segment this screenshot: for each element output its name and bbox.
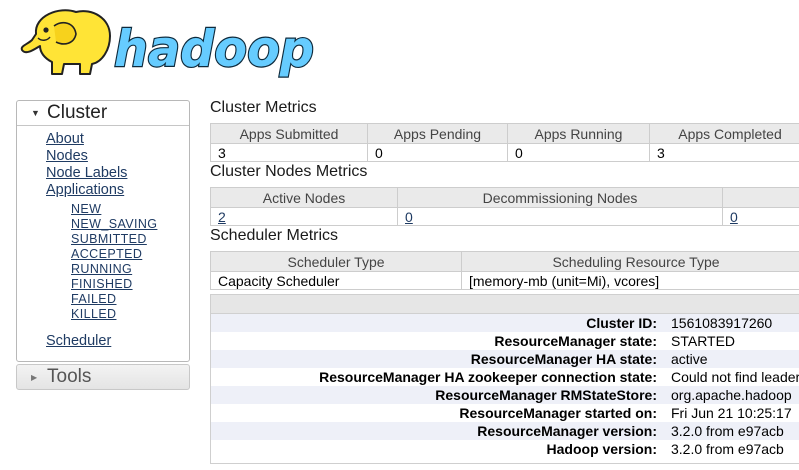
scheduler-metrics-table: Scheduler Type Scheduling Resource Type …: [210, 251, 799, 290]
tools-panel-title: Tools: [47, 366, 92, 387]
info-row-rm-version: ResourceManager version: 3.2.0 from e97ac…: [211, 422, 799, 440]
info-key: ResourceManager RMStateStore:: [435, 387, 657, 403]
info-row-rm-state: ResourceManager state: STARTED: [211, 332, 799, 350]
column-header[interactable]: Scheduler Type: [210, 251, 462, 272]
info-key: ResourceManager state:: [494, 333, 657, 349]
info-value: active: [671, 351, 708, 367]
nav-app-state-accepted[interactable]: ACCEPTED: [71, 247, 142, 262]
apps-running-value: 0: [507, 143, 650, 162]
nodes-metrics-title: Cluster Nodes Metrics: [210, 163, 368, 180]
column-header[interactable]: Apps Completed: [649, 123, 799, 144]
elephant-icon: [20, 9, 111, 75]
apps-submitted-value: 3: [210, 143, 368, 162]
info-value: 3.2.0 from e97acb: [671, 423, 784, 439]
expand-arrow-icon: ▼: [31, 108, 40, 118]
active-nodes-link[interactable]: 2: [218, 209, 226, 225]
scheduler-metrics-title: Scheduler Metrics: [210, 227, 339, 244]
nav-link-about[interactable]: About: [46, 131, 84, 148]
info-value: 1561083917260: [671, 315, 773, 331]
nav-link-applications[interactable]: Applications: [46, 182, 124, 199]
info-value: 3.2.0 from e97acb: [671, 441, 784, 457]
info-key: ResourceManager HA state:: [470, 351, 657, 367]
info-row-zookeeper-state: ResourceManager HA zookeeper connection …: [211, 368, 799, 386]
nav-app-state-killed[interactable]: KILLED: [71, 307, 116, 322]
info-row-rm-statestore: ResourceManager RMStateStore: org.apache.…: [211, 386, 799, 404]
info-key: ResourceManager started on:: [459, 405, 657, 421]
info-row-cluster-id: Cluster ID: 1561083917260: [211, 314, 799, 332]
info-value: org.apache.hadoop: [671, 387, 792, 403]
info-value: Fri Jun 21 10:25:17: [671, 405, 792, 421]
column-header[interactable]: Scheduling Resource Type: [461, 251, 799, 272]
tools-nav-panel[interactable]: ▶ Tools: [16, 364, 190, 390]
apps-completed-value: 3: [649, 143, 799, 162]
nav-link-scheduler[interactable]: Scheduler: [46, 333, 111, 350]
scheduling-resource-type-value: [memory-mb (unit=Mi), vcores]: [461, 271, 799, 290]
scheduler-type-value: Capacity Scheduler: [210, 271, 462, 290]
cluster-nav-panel: ▼ Cluster About Nodes Node Labels Applic…: [16, 100, 190, 362]
info-key: ResourceManager HA zookeeper connection …: [319, 369, 657, 385]
info-row-rm-ha-state: ResourceManager HA state: active: [211, 350, 799, 368]
cluster-metrics-title: Cluster Metrics: [210, 99, 317, 116]
column-header[interactable]: Decommissioning Nodes: [397, 187, 723, 208]
nav-link-nodes[interactable]: Nodes: [46, 148, 88, 165]
info-value: Could not find leader: [671, 369, 799, 385]
column-header[interactable]: Apps Submitted: [210, 123, 368, 144]
cluster-panel-header[interactable]: ▼ Cluster: [17, 101, 189, 126]
cluster-info-panel: Cluster ID: 1561083917260 ResourceManager…: [210, 294, 799, 464]
column-header[interactable]: Active Nodes: [210, 187, 398, 208]
cluster-metrics-table: Apps Submitted Apps Pending Apps Running…: [210, 123, 799, 162]
info-row-rm-started-on: ResourceManager started on: Fri Jun 21 10…: [211, 404, 799, 422]
cluster-info-list: Cluster ID: 1561083917260 ResourceManager…: [211, 314, 799, 458]
tools-panel-header[interactable]: ▶ Tools: [17, 365, 189, 389]
nav-app-state-finished[interactable]: FINISHED: [71, 277, 133, 292]
nav-app-state-failed[interactable]: FAILED: [71, 292, 116, 307]
info-key: Hadoop version:: [546, 441, 657, 457]
apps-pending-value: 0: [367, 143, 508, 162]
decommissioning-nodes-link[interactable]: 0: [405, 209, 413, 225]
info-value: STARTED: [671, 333, 736, 349]
info-row-hadoop-version: Hadoop version: 3.2.0 from e97acb: [211, 440, 799, 458]
column-header[interactable]: Apps Running: [507, 123, 650, 144]
cluster-info-header: [211, 295, 799, 314]
cluster-panel-title: Cluster: [47, 102, 108, 123]
nav-app-state-new-saving[interactable]: NEW_SAVING: [71, 217, 157, 232]
column-header[interactable]: [722, 187, 799, 208]
nav-app-state-submitted[interactable]: SUBMITTED: [71, 232, 147, 247]
nav-app-state-new[interactable]: NEW: [71, 202, 101, 217]
collapsed-arrow-icon: ▶: [31, 373, 38, 382]
nodes-metrics-table: Active Nodes Decommissioning Nodes 2 0 0: [210, 187, 799, 226]
info-key: Cluster ID:: [586, 315, 657, 331]
nav-app-state-running[interactable]: RUNNING: [71, 262, 132, 277]
nav-link-node-labels[interactable]: Node Labels: [46, 165, 127, 182]
hadoop-logo: hadoop: [20, 9, 315, 79]
column-header[interactable]: Apps Pending: [367, 123, 508, 144]
logo-wordmark: hadoop: [114, 20, 314, 78]
info-key: ResourceManager version:: [477, 423, 657, 439]
nodes-metric-link[interactable]: 0: [730, 209, 738, 225]
